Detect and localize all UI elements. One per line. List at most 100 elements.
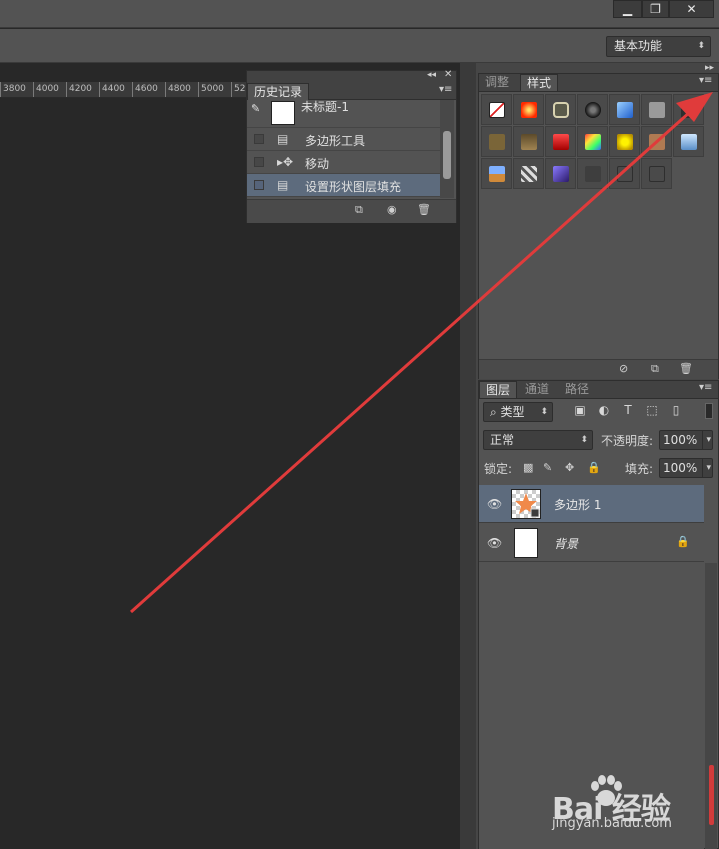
- style-swatch[interactable]: [641, 126, 672, 157]
- style-swatch[interactable]: [609, 158, 640, 189]
- horizontal-ruler[interactable]: 3800 4000 4200 4400 4600 4800 5000 52: [0, 82, 250, 98]
- style-swatch-none[interactable]: [481, 94, 512, 125]
- image-filter-icon[interactable]: ▣: [573, 403, 587, 417]
- style-swatch[interactable]: [609, 94, 640, 125]
- workspace-select[interactable]: 基本功能 ⬍: [606, 36, 711, 57]
- move-icon: ▸✥: [277, 155, 294, 169]
- layer-thumbnail: [511, 489, 541, 519]
- ruler-tick: 4000: [33, 82, 59, 97]
- style-swatch[interactable]: [481, 126, 512, 157]
- document-icon: ▤: [277, 132, 289, 146]
- styles-panel: 调整 样式 ▾≡ ⊘ ⧉ 🗑: [478, 73, 719, 379]
- layers-tabs: 图层 通道 路径 ▾≡: [479, 381, 718, 399]
- style-swatch[interactable]: [577, 94, 608, 125]
- layer-row[interactable]: 👁 背景 🔒: [479, 524, 704, 562]
- panel-menu-icon[interactable]: ▾≡: [699, 75, 712, 86]
- history-source-checkbox[interactable]: [254, 157, 264, 167]
- history-item[interactable]: ▤ 多边形工具: [247, 128, 440, 151]
- style-swatch[interactable]: [545, 158, 576, 189]
- eye-icon[interactable]: 👁: [487, 497, 502, 511]
- trash-icon[interactable]: 🗑: [679, 362, 693, 375]
- title-bar: [0, 0, 719, 28]
- document-icon: ▤: [277, 178, 289, 192]
- history-panel: ◂◂ ✕ 历史记录 ▾≡ ✎ 未标题-1 ▤ 多边形工具 ▸✥ 移动 ▤ 设置形…: [246, 69, 457, 223]
- tab-history[interactable]: 历史记录: [247, 83, 310, 100]
- shape-filter-icon[interactable]: ⬚: [645, 403, 659, 417]
- ruler-tick: 4200: [66, 82, 92, 97]
- style-swatch[interactable]: [641, 94, 672, 125]
- layer-name: 背景: [554, 537, 579, 551]
- tab-layers[interactable]: 图层: [479, 381, 518, 398]
- new-document-icon[interactable]: ⧉: [355, 203, 363, 217]
- style-swatch[interactable]: [513, 94, 544, 125]
- style-swatch[interactable]: [577, 126, 608, 157]
- panel-menu-icon[interactable]: ▾≡: [699, 382, 712, 393]
- style-swatch[interactable]: [481, 158, 512, 189]
- restore-button[interactable]: ❐: [642, 0, 669, 18]
- style-swatch[interactable]: [513, 158, 544, 189]
- style-swatch[interactable]: [577, 158, 608, 189]
- camera-icon[interactable]: ◉: [387, 203, 397, 216]
- ruler-tick: 52: [231, 82, 245, 97]
- tab-adjustments[interactable]: 调整: [479, 74, 515, 91]
- snapshot-thumbnail: [271, 101, 295, 125]
- tab-styles[interactable]: 样式: [520, 74, 559, 91]
- history-source-checkbox[interactable]: [254, 180, 264, 190]
- lock-icon: 🔒: [676, 535, 690, 548]
- blend-mode-select[interactable]: 正常 ⬍: [483, 430, 593, 450]
- filter-toggle[interactable]: [705, 403, 713, 419]
- ruler-tick: 3800: [0, 82, 26, 97]
- opacity-input[interactable]: 100% ▾: [659, 430, 713, 450]
- close-panel-icon[interactable]: ✕: [444, 69, 452, 80]
- style-swatch[interactable]: [545, 126, 576, 157]
- layer-filter-label: 类型: [500, 405, 525, 419]
- dock-divider[interactable]: [460, 63, 476, 849]
- updown-arrow-icon: ⬍: [697, 41, 705, 51]
- panel-menu-icon[interactable]: ▾≡: [439, 84, 452, 95]
- layer-filter-select[interactable]: ⌕ 类型 ⬍: [483, 402, 553, 422]
- history-tabs: 历史记录 ▾≡: [247, 83, 456, 100]
- styles-footer: ⊘ ⧉ 🗑: [479, 359, 718, 379]
- collapse-icon[interactable]: ◂◂: [427, 70, 436, 80]
- style-swatch[interactable]: [673, 94, 704, 125]
- watermark-url: jingyan.baidu.com: [552, 816, 672, 831]
- history-snapshot[interactable]: ✎ 未标题-1: [247, 100, 440, 128]
- lock-brush-icon[interactable]: ✎: [543, 461, 552, 474]
- fill-value: 100%: [663, 461, 698, 475]
- ruler-tick: 4800: [165, 82, 191, 97]
- history-item-label: 多边形工具: [305, 134, 366, 148]
- style-swatch[interactable]: [513, 126, 544, 157]
- history-item[interactable]: ▤ 设置形状图层填充: [247, 174, 440, 197]
- layer-row[interactable]: 👁 多边形 1: [479, 485, 704, 523]
- opacity-value: 100%: [663, 433, 698, 447]
- smart-object-filter-icon[interactable]: ▯: [669, 403, 683, 417]
- adjustment-filter-icon[interactable]: ◐: [597, 403, 611, 417]
- history-scroll-thumb[interactable]: [443, 131, 451, 179]
- tab-paths[interactable]: 路径: [559, 381, 595, 398]
- fill-input[interactable]: 100% ▾: [659, 458, 713, 478]
- style-swatch[interactable]: [641, 158, 672, 189]
- history-item[interactable]: ▸✥ 移动: [247, 151, 440, 174]
- style-swatch[interactable]: [673, 126, 704, 157]
- type-filter-icon[interactable]: T: [621, 403, 635, 417]
- history-source-checkbox[interactable]: [254, 134, 264, 144]
- trash-icon[interactable]: 🗑: [417, 203, 431, 216]
- style-swatch[interactable]: [609, 126, 640, 157]
- tab-channels[interactable]: 通道: [519, 381, 555, 398]
- opacity-label: 不透明度:: [601, 434, 654, 448]
- eye-icon[interactable]: 👁: [487, 536, 502, 550]
- lock-transparent-icon[interactable]: ▩: [523, 461, 533, 474]
- lock-all-icon[interactable]: 🔒: [587, 461, 601, 474]
- blend-mode-label: 正常: [490, 433, 515, 447]
- new-style-icon[interactable]: ⧉: [651, 362, 659, 376]
- history-item-label: 设置形状图层填充: [305, 180, 402, 194]
- lock-label: 锁定:: [484, 462, 513, 476]
- minimize-button[interactable]: ▁: [613, 0, 642, 18]
- ruler-tick: 4400: [99, 82, 125, 97]
- lock-move-icon[interactable]: ✥: [565, 461, 574, 474]
- clear-style-icon[interactable]: ⊘: [619, 362, 628, 375]
- ruler-tick: 5000: [198, 82, 224, 97]
- close-button[interactable]: ✕: [669, 0, 714, 18]
- expand-dock-icon[interactable]: ▸▸: [705, 63, 714, 73]
- style-swatch[interactable]: [545, 94, 576, 125]
